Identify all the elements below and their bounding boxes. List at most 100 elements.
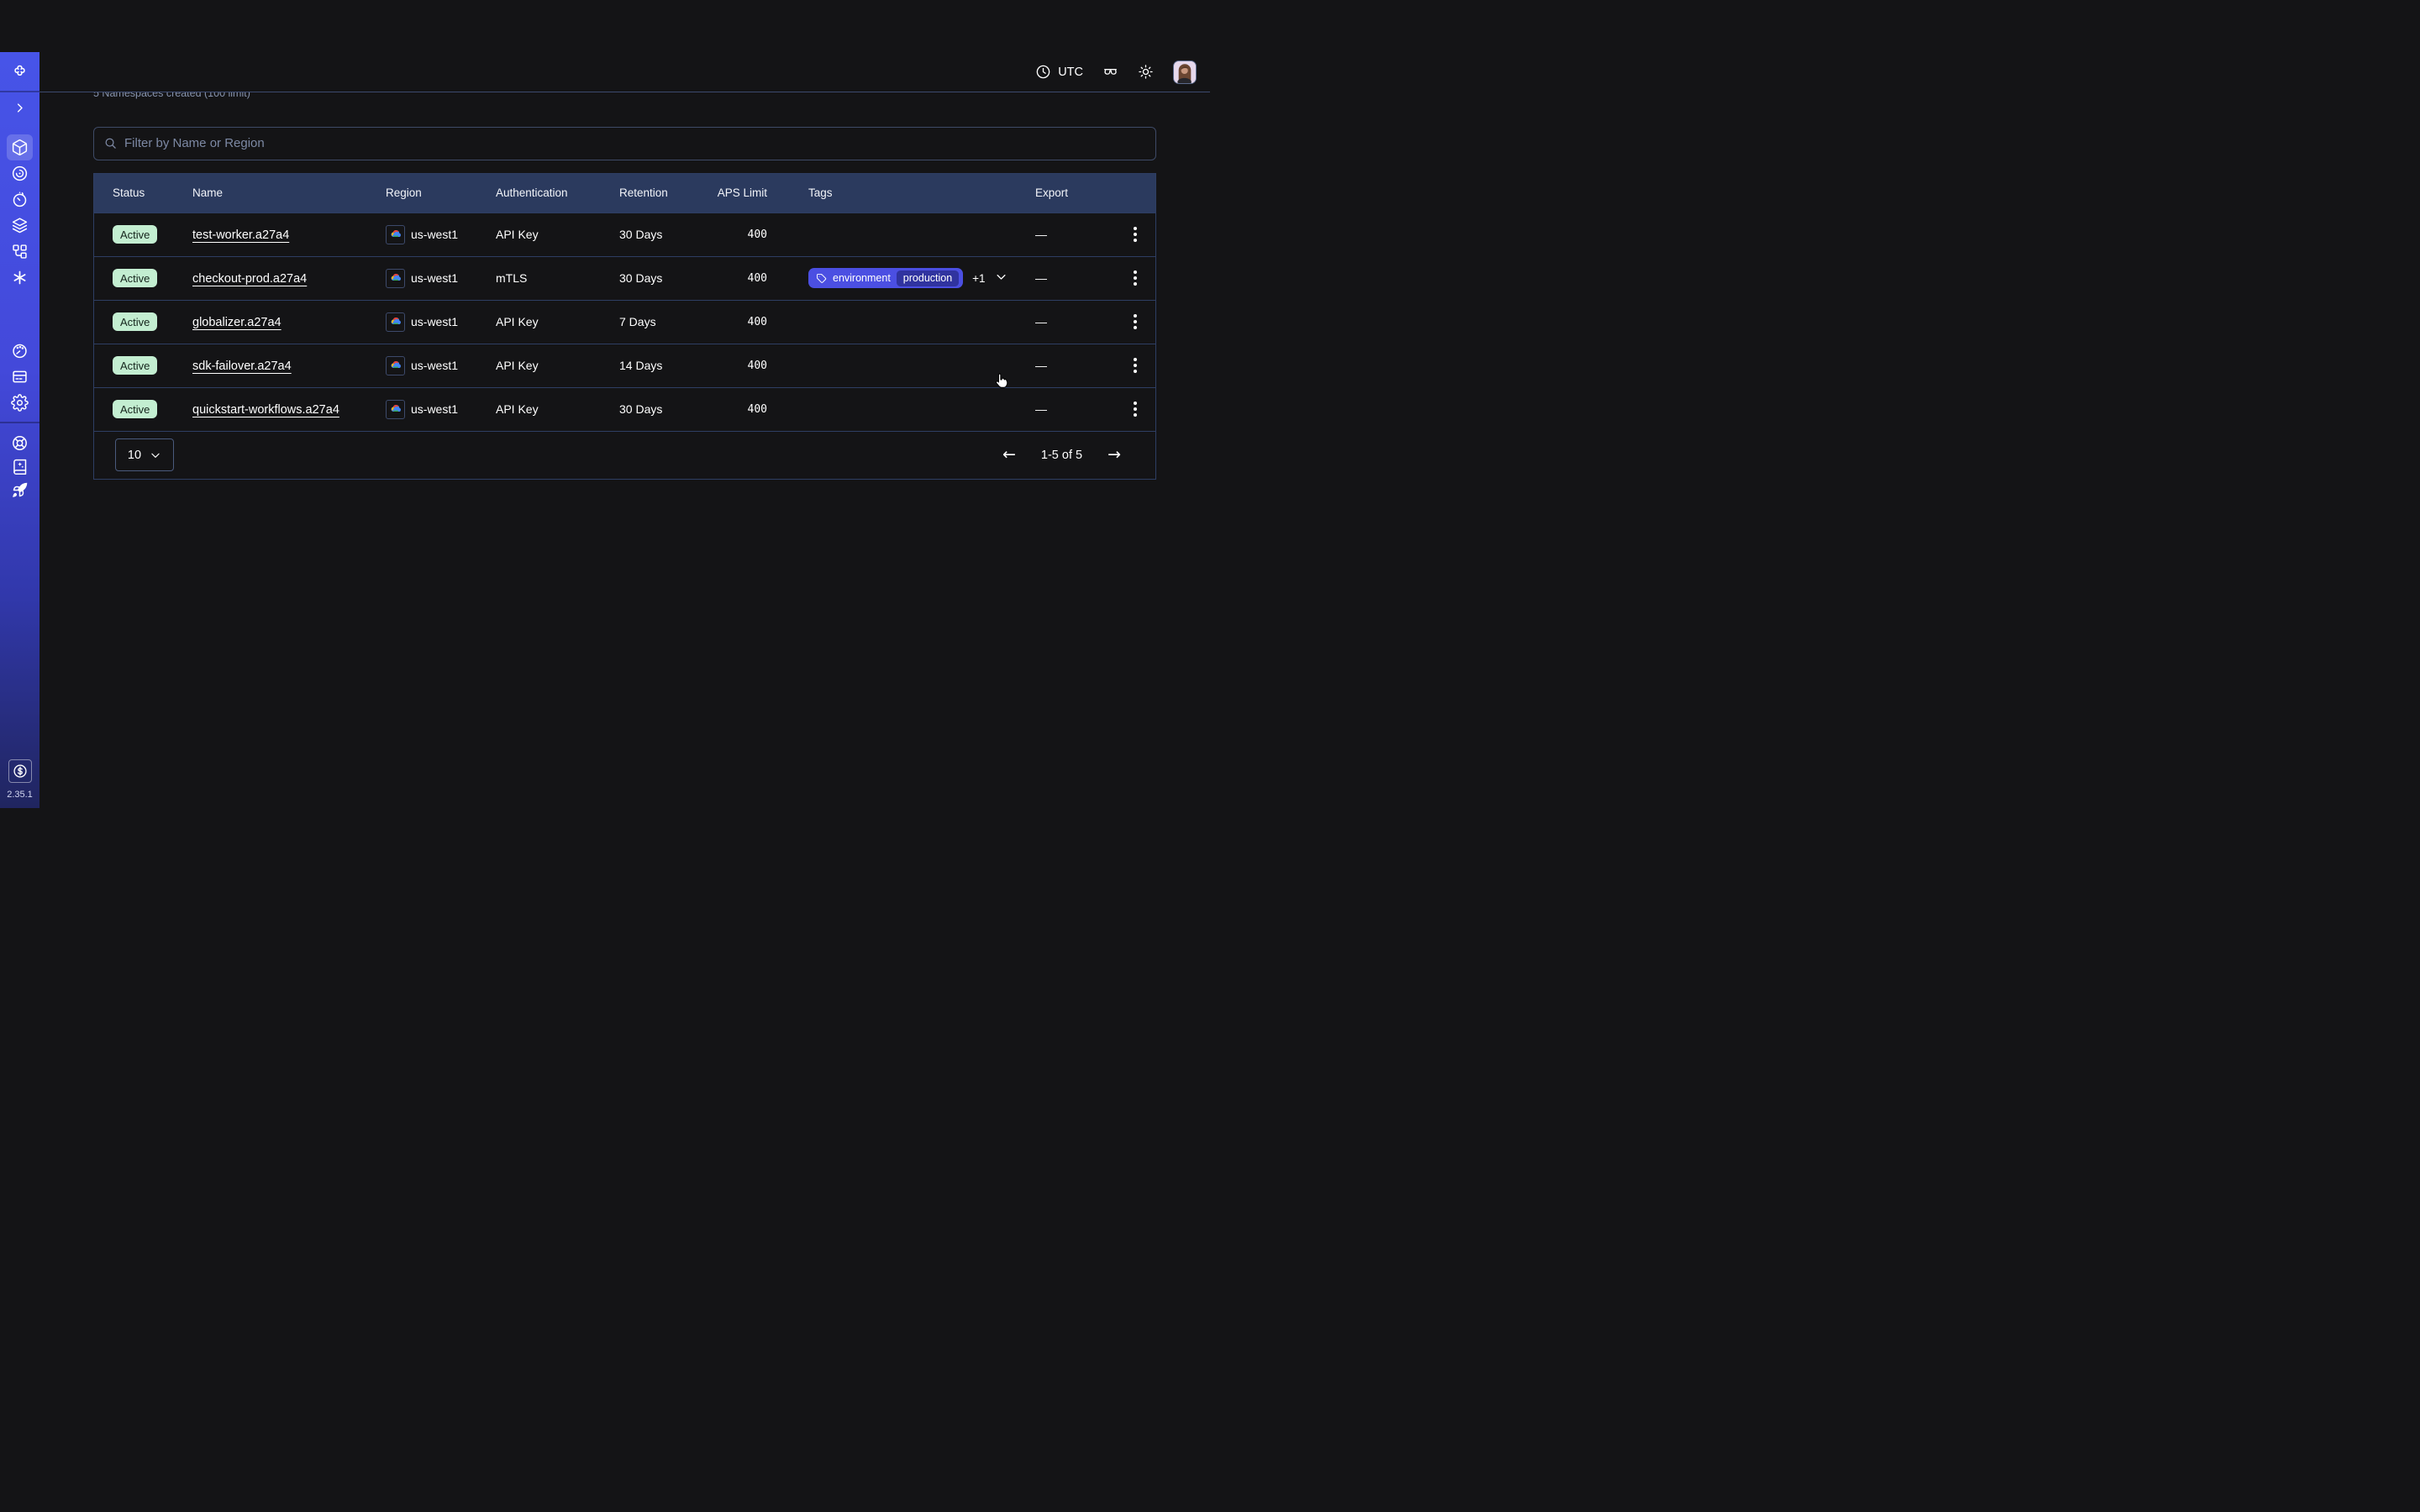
gcp-cloud-icon xyxy=(386,225,405,244)
row-actions-menu-button[interactable] xyxy=(1128,222,1142,247)
namespace-link[interactable]: sdk-failover.a27a4 xyxy=(192,360,292,373)
status-cell: Active xyxy=(113,356,192,375)
column-header-aps-limit: APS Limit xyxy=(714,186,767,199)
table-row: Active sdk-failover.a27a4 us-west1 API K… xyxy=(94,344,1155,387)
badge-dollar-icon xyxy=(12,763,29,780)
namespace-link[interactable]: quickstart-workflows.a27a4 xyxy=(192,403,339,417)
nav-timer[interactable] xyxy=(7,186,33,213)
auth-cell: API Key xyxy=(496,228,619,241)
retention-cell: 30 Days xyxy=(619,402,714,416)
gcp-cloud-icon xyxy=(386,400,405,419)
sidebar-footer: 2.35.1 xyxy=(0,759,39,800)
auth-cell: API Key xyxy=(496,402,619,416)
export-cell: — xyxy=(1035,402,1085,416)
row-actions-menu-button[interactable] xyxy=(1128,396,1142,422)
nav-settings[interactable] xyxy=(7,390,33,416)
billing-card-icon xyxy=(11,368,29,386)
export-cell: — xyxy=(1035,315,1085,328)
export-cell: — xyxy=(1035,359,1085,372)
accessibility-button[interactable] xyxy=(1102,64,1118,80)
status-badge: Active xyxy=(113,400,157,418)
status-cell: Active xyxy=(113,225,192,244)
gauge-icon xyxy=(11,342,29,360)
status-cell: Active xyxy=(113,312,192,331)
next-page-button[interactable]: → xyxy=(1104,444,1124,466)
region-label: us-west1 xyxy=(411,228,458,241)
page-size-value: 10 xyxy=(128,449,141,462)
nav-layers[interactable] xyxy=(7,213,33,239)
retention-cell: 30 Days xyxy=(619,271,714,285)
column-header-authentication: Authentication xyxy=(496,186,619,199)
filter-input[interactable] xyxy=(124,136,1145,150)
timezone-selector[interactable]: UTC xyxy=(1035,64,1083,80)
nav-nexus[interactable] xyxy=(7,265,33,291)
column-header-name: Name xyxy=(192,186,386,199)
namespace-link[interactable]: test-worker.a27a4 xyxy=(192,228,289,242)
nav-docs[interactable] xyxy=(8,454,32,478)
gcp-cloud-icon xyxy=(386,269,405,288)
tags-cell: environment production +1 xyxy=(767,268,1035,288)
nav-support[interactable] xyxy=(8,431,32,454)
aps-limit-cell: 400 xyxy=(714,272,767,285)
rocket-icon xyxy=(11,481,29,499)
book-sparkles-icon xyxy=(11,458,29,475)
region-cell: us-west1 xyxy=(386,269,496,288)
page-size-select[interactable]: 10 xyxy=(115,438,174,471)
region-cell: us-west1 xyxy=(386,400,496,419)
workflow-branch-icon xyxy=(11,243,29,260)
previous-page-button[interactable]: ← xyxy=(999,444,1019,466)
expand-tags-button[interactable] xyxy=(995,270,1007,286)
chevron-down-icon xyxy=(995,270,1007,283)
user-avatar[interactable] xyxy=(1173,60,1197,84)
name-cell: test-worker.a27a4 xyxy=(192,228,386,242)
plan-badge-button[interactable] xyxy=(8,759,32,783)
nav-getting-started[interactable] xyxy=(8,478,32,501)
status-badge: Active xyxy=(113,312,157,331)
life-ring-icon xyxy=(11,434,29,452)
column-header-region: Region xyxy=(386,186,496,199)
nav-iris[interactable] xyxy=(7,160,33,186)
nav-billing[interactable] xyxy=(7,364,33,390)
status-cell: Active xyxy=(113,400,192,418)
topbar: UTC xyxy=(39,52,1210,92)
gcp-cloud-icon xyxy=(386,312,405,332)
nav-usage[interactable] xyxy=(7,338,33,364)
export-cell: — xyxy=(1035,228,1085,241)
sidebar-expand-button[interactable] xyxy=(7,95,33,121)
row-actions-menu-button[interactable] xyxy=(1128,309,1142,334)
pagination-controls: ← 1-5 of 5 → xyxy=(999,444,1124,466)
region-label: us-west1 xyxy=(411,315,458,328)
theme-toggle[interactable] xyxy=(1138,64,1154,80)
namespace-link[interactable]: checkout-prod.a27a4 xyxy=(192,272,307,286)
status-badge: Active xyxy=(113,225,157,244)
name-cell: checkout-prod.a27a4 xyxy=(192,271,386,286)
tag-pill[interactable]: environment production xyxy=(808,268,963,288)
retention-cell: 30 Days xyxy=(619,228,714,241)
temporal-logo-icon xyxy=(7,60,33,86)
status-cell: Active xyxy=(113,269,192,287)
table-row: Active globalizer.a27a4 us-west1 API Key… xyxy=(94,300,1155,344)
namespaces-table: Status Name Region Authentication Retent… xyxy=(93,173,1156,480)
namespace-link[interactable]: globalizer.a27a4 xyxy=(192,316,281,329)
status-badge: Active xyxy=(113,269,157,287)
status-badge: Active xyxy=(113,356,157,375)
aps-limit-cell: 400 xyxy=(714,228,767,241)
more-tags-count: +1 xyxy=(972,272,985,285)
table-footer: 10 ← 1-5 of 5 → xyxy=(94,431,1155,479)
column-header-status: Status xyxy=(113,186,192,199)
region-label: us-west1 xyxy=(411,359,458,372)
table-row: Active test-worker.a27a4 us-west1 API Ke… xyxy=(94,213,1155,256)
region-cell: us-west1 xyxy=(386,225,496,244)
sidebar-divider xyxy=(0,91,39,92)
iris-icon xyxy=(11,165,29,182)
tag-icon xyxy=(816,273,827,284)
nav-workflow[interactable] xyxy=(7,239,33,265)
asterisk-icon xyxy=(11,269,29,286)
region-label: us-west1 xyxy=(411,271,458,285)
filter-bar[interactable] xyxy=(93,127,1156,160)
auth-cell: API Key xyxy=(496,359,619,372)
avatar-photo xyxy=(1174,61,1196,83)
row-actions-menu-button[interactable] xyxy=(1128,353,1142,378)
nav-namespaces[interactable] xyxy=(7,134,33,160)
row-actions-menu-button[interactable] xyxy=(1128,265,1142,291)
